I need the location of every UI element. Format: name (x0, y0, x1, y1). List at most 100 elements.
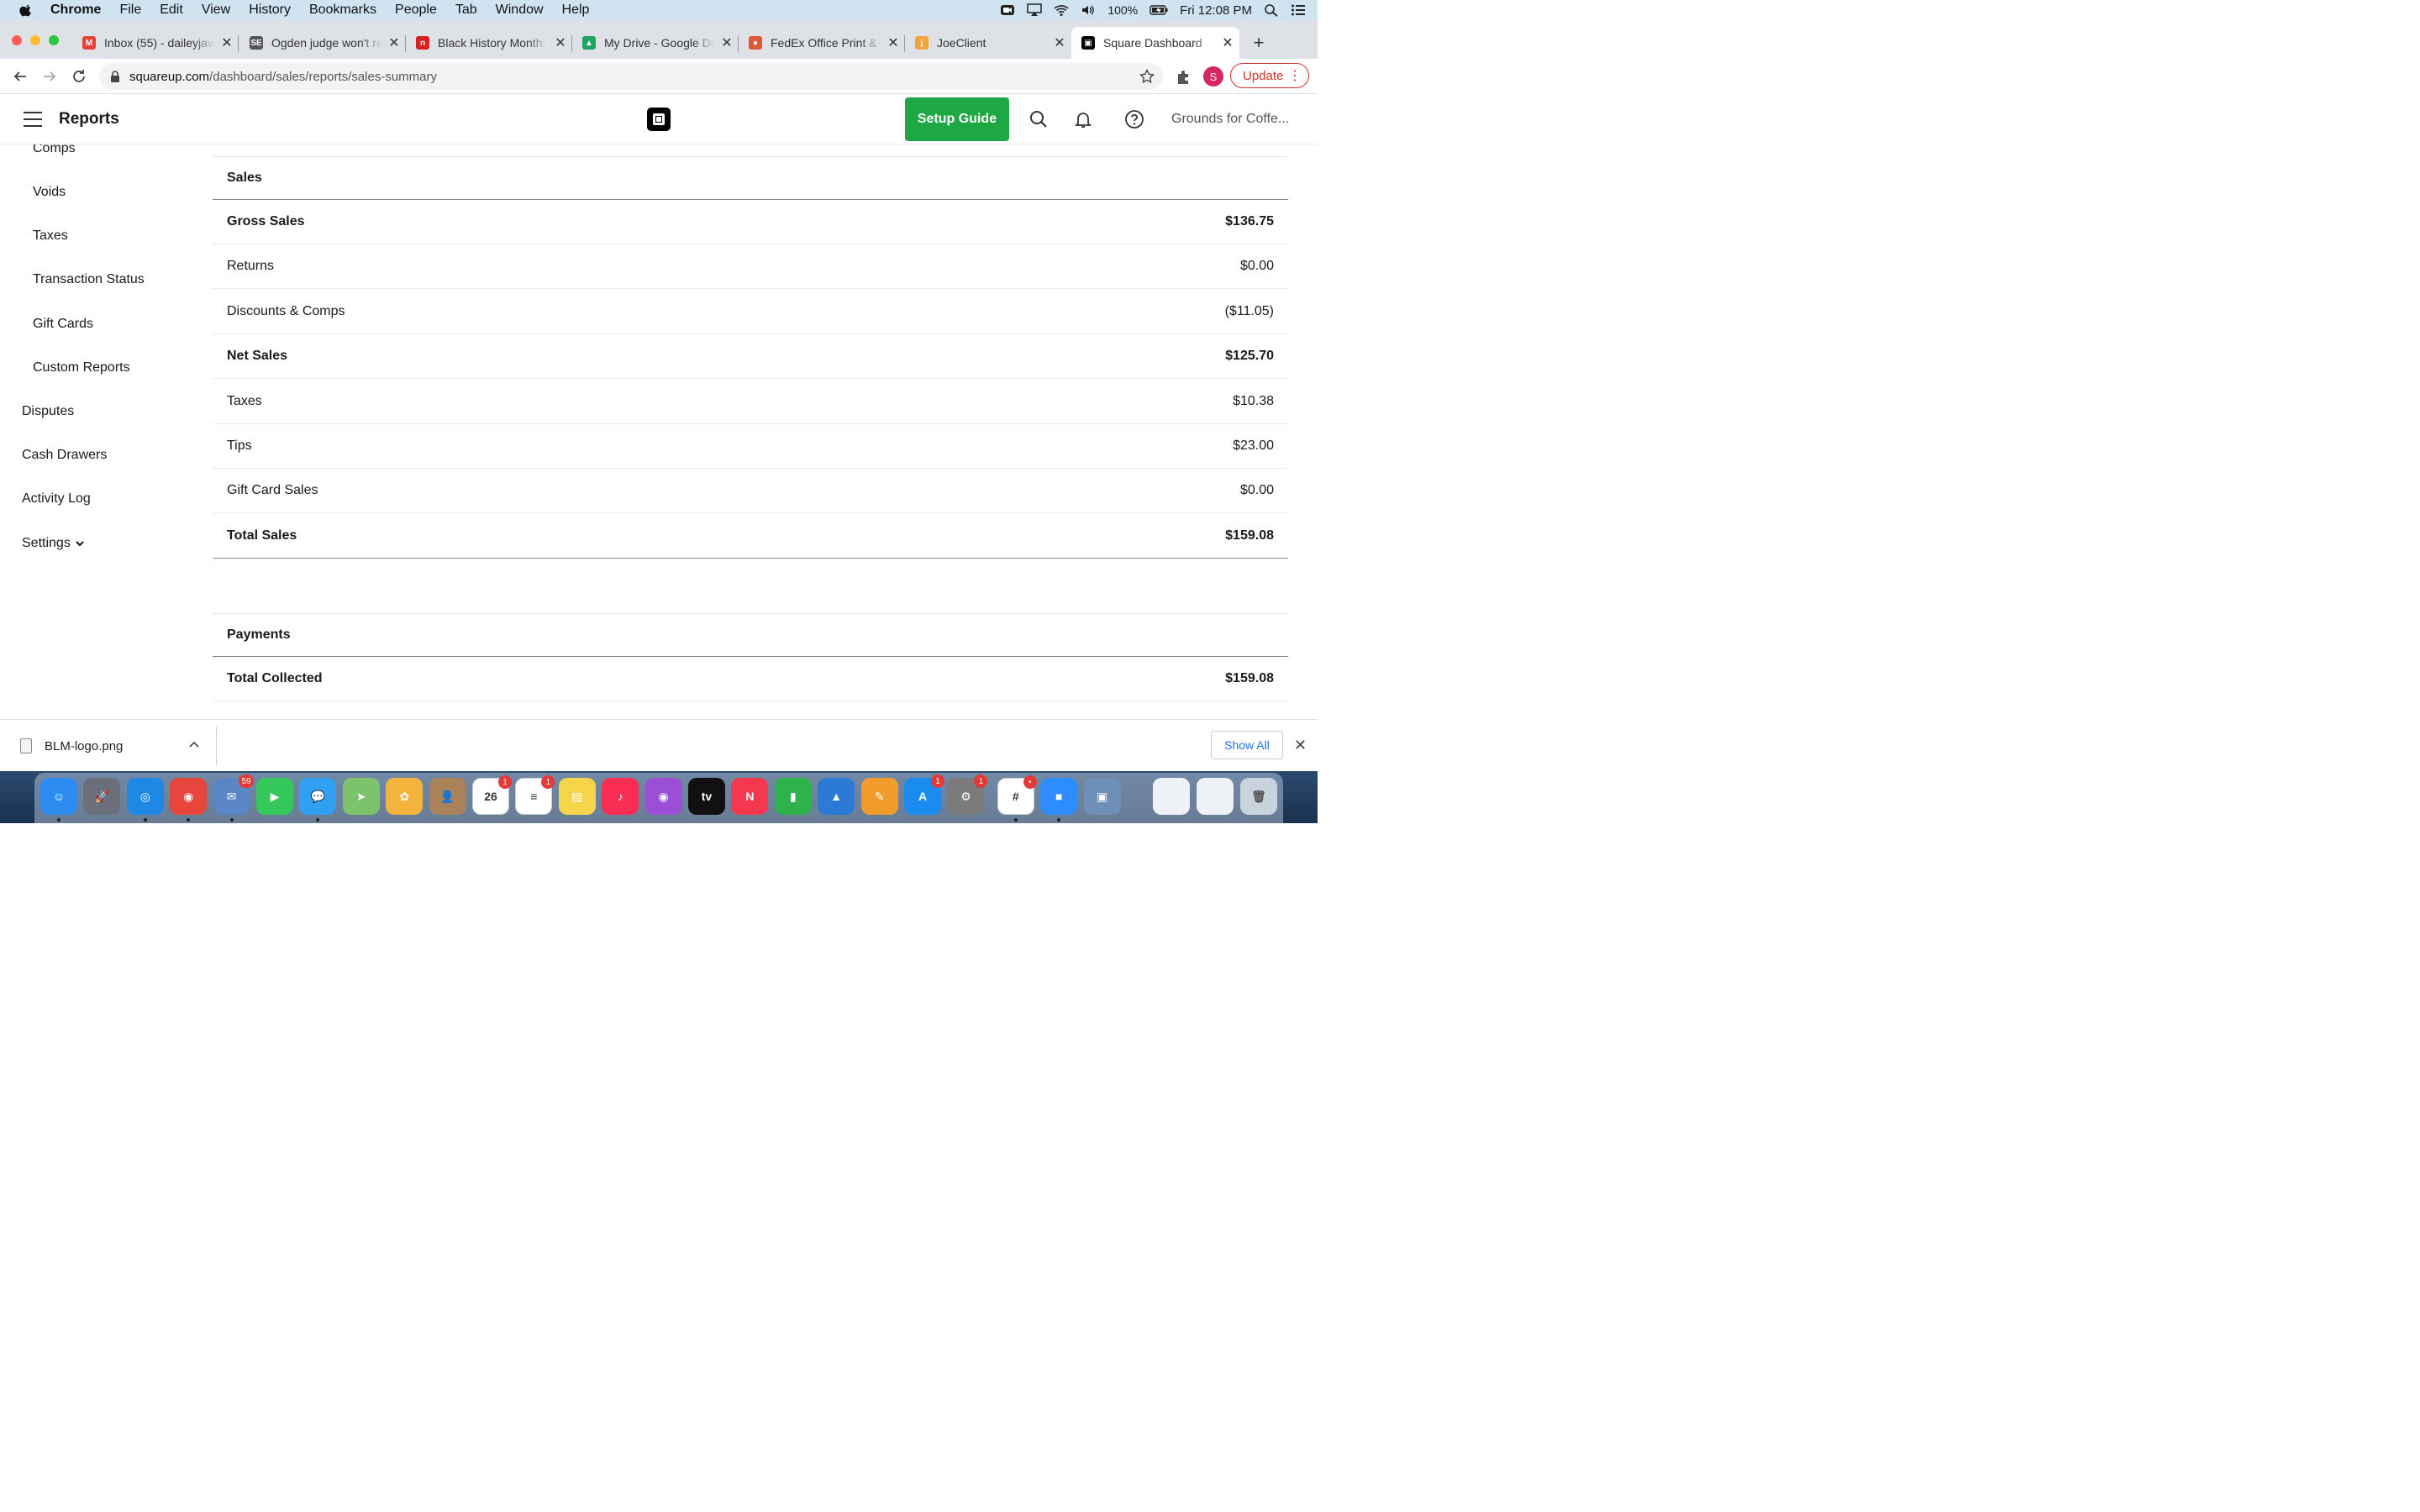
clock[interactable]: Fri 12:08 PM (1180, 3, 1252, 18)
browser-tab[interactable]: SE Ogden judge won't re ✕ (239, 27, 406, 59)
dock-launchpad-icon[interactable]: 🚀 (83, 778, 121, 815)
sidebar-item-comps[interactable]: Comps (33, 144, 76, 156)
tab-close-icon[interactable]: ✕ (220, 34, 234, 51)
sidebar-item-transaction-status[interactable]: Transaction Status (33, 272, 145, 287)
hamburger-menu-icon[interactable] (24, 112, 42, 127)
new-tab-button[interactable]: + (1250, 32, 1267, 54)
dock-reminders-icon[interactable]: ≡ 1 (515, 775, 555, 815)
dock-minimized-window-icon[interactable] (1153, 778, 1190, 815)
square-logo[interactable] (647, 108, 671, 131)
dock-system-preferences-icon[interactable]: ⚙ 1 (947, 774, 988, 815)
menu-tab[interactable]: Tab (455, 3, 477, 18)
show-all-downloads-button[interactable]: Show All (1211, 731, 1283, 759)
dock-music-icon[interactable]: ♪ (602, 778, 639, 815)
dock-chrome-icon[interactable]: ◉ (170, 778, 208, 815)
dock-finder-icon[interactable]: ☺ (40, 778, 77, 815)
address-bar[interactable]: squareup.com/dashboard/sales/reports/sal… (99, 63, 1163, 90)
browser-tab[interactable]: j JoeClient ✕ (905, 27, 1071, 59)
menu-people[interactable]: People (395, 3, 437, 18)
dock-photos-icon[interactable]: ✿ (386, 778, 424, 815)
browser-tab[interactable]: ▲ My Drive - Google Dri ✕ (572, 27, 739, 59)
close-shelf-icon[interactable]: ✕ (1294, 737, 1307, 754)
window-zoom-button[interactable] (49, 35, 59, 45)
menu-window[interactable]: Window (496, 3, 544, 18)
reload-button[interactable] (69, 66, 89, 87)
tab-close-icon[interactable]: ✕ (554, 34, 567, 51)
account-name[interactable]: Grounds for Coffe... (1171, 112, 1289, 127)
browser-tab[interactable]: M Inbox (55) - daileyjaw ✕ (72, 27, 239, 59)
zoom-status-icon[interactable] (1000, 3, 1015, 17)
arrow-right-icon (44, 71, 56, 81)
browser-tab[interactable]: ▣ Square Dashboard ✕ (1071, 27, 1239, 59)
help-icon[interactable] (1124, 109, 1144, 129)
wifi-icon[interactable] (1054, 3, 1069, 17)
browser-tab[interactable]: n Black History Month: ✕ (406, 27, 572, 59)
search-icon[interactable] (1028, 109, 1049, 129)
dock-news-icon[interactable]: N (731, 778, 769, 815)
notification-bell-icon[interactable] (1073, 109, 1093, 129)
menu-help[interactable]: Help (562, 3, 590, 18)
dock-apple-tv-icon[interactable]: tv (688, 778, 725, 815)
sidebar-item-custom-reports[interactable]: Custom Reports (33, 360, 130, 375)
sidebar-item-activity-log[interactable]: Activity Log (22, 491, 91, 507)
forward-button[interactable] (39, 66, 60, 87)
volume-icon[interactable] (1081, 3, 1096, 17)
tab-close-icon[interactable]: ✕ (720, 34, 734, 51)
menu-file[interactable]: File (119, 3, 141, 18)
browser-tab[interactable]: ● FedEx Office Print & ✕ (739, 27, 905, 59)
window-close-button[interactable] (12, 35, 22, 45)
battery-percent: 100% (1107, 3, 1139, 17)
profile-avatar[interactable]: S (1203, 66, 1223, 87)
row-value: ($11.05) (1224, 303, 1274, 318)
back-button[interactable] (10, 66, 30, 87)
chevron-up-icon[interactable] (188, 740, 200, 748)
dock-pages-icon[interactable]: ✎ (860, 778, 898, 815)
tab-close-icon[interactable]: ✕ (1053, 34, 1066, 51)
dock-messages-icon[interactable]: 💬 (299, 778, 337, 815)
sidebar-item-settings[interactable]: Settings (22, 536, 84, 551)
dock-numbers-icon[interactable]: ▮ (774, 778, 812, 815)
sidebar-item-gift-cards[interactable]: Gift Cards (33, 317, 93, 332)
sidebar-item-cash-drawers[interactable]: Cash Drawers (22, 448, 107, 463)
row-value: $23.00 (1233, 438, 1274, 453)
tab-close-icon[interactable]: ✕ (387, 34, 401, 51)
tab-close-icon[interactable]: ✕ (886, 34, 900, 51)
airplay-icon[interactable] (1027, 3, 1043, 17)
dock-mail-icon[interactable]: ✉ 59 (213, 774, 254, 815)
tab-close-icon[interactable]: ✕ (1221, 34, 1234, 51)
file-icon[interactable] (20, 738, 32, 753)
window-minimize-button[interactable] (30, 35, 40, 45)
dock-podcasts-icon[interactable]: ◉ (644, 778, 682, 815)
spotlight-search-icon[interactable] (1264, 3, 1279, 17)
download-filename[interactable]: BLM-logo.png (45, 739, 123, 753)
dock-app-store-icon[interactable]: A1 (904, 774, 944, 815)
menu-view[interactable]: View (202, 3, 230, 18)
dock-zoom-icon[interactable]: ■ (1040, 778, 1078, 815)
sidebar-item-voids[interactable]: Voids (33, 185, 66, 200)
lock-icon[interactable] (109, 71, 121, 82)
dock-safari-icon[interactable]: ◎ (126, 778, 164, 815)
dock-facetime-icon[interactable]: ▶ (256, 778, 293, 815)
battery-charging-icon[interactable] (1150, 3, 1168, 17)
dock-maps-icon[interactable]: ➤ (342, 778, 380, 815)
dock-contacts-icon[interactable]: 👤 (429, 778, 466, 815)
sidebar-item-taxes[interactable]: Taxes (33, 228, 68, 244)
dock-minimized-window-icon[interactable] (1197, 778, 1234, 815)
menu-edit[interactable]: Edit (160, 3, 183, 18)
apple-menu-icon[interactable] (18, 3, 34, 18)
setup-guide-button[interactable]: Setup Guide (905, 97, 1009, 141)
dock-trash-icon[interactable]: 🗑 (1240, 778, 1277, 815)
menu-app-name[interactable]: Chrome (50, 3, 101, 18)
dock-calendar-icon[interactable]: 26 1 (472, 775, 512, 815)
dock-preview-icon[interactable]: ▣ (1083, 778, 1121, 815)
menu-bookmarks[interactable]: Bookmarks (309, 3, 376, 18)
dock-slack-icon[interactable]: # • (997, 775, 1037, 815)
dock-keynote-icon[interactable]: ▲ (818, 778, 855, 815)
bookmark-star-icon[interactable] (1139, 69, 1155, 84)
control-center-icon[interactable] (1291, 3, 1306, 17)
sidebar-item-disputes[interactable]: Disputes (22, 404, 74, 419)
dock-notes-icon[interactable]: ▤ (558, 778, 596, 815)
menu-history[interactable]: History (249, 3, 291, 18)
chrome-update-button[interactable]: Update ⋮ (1230, 63, 1309, 88)
extensions-puzzle-icon[interactable] (1175, 67, 1193, 86)
